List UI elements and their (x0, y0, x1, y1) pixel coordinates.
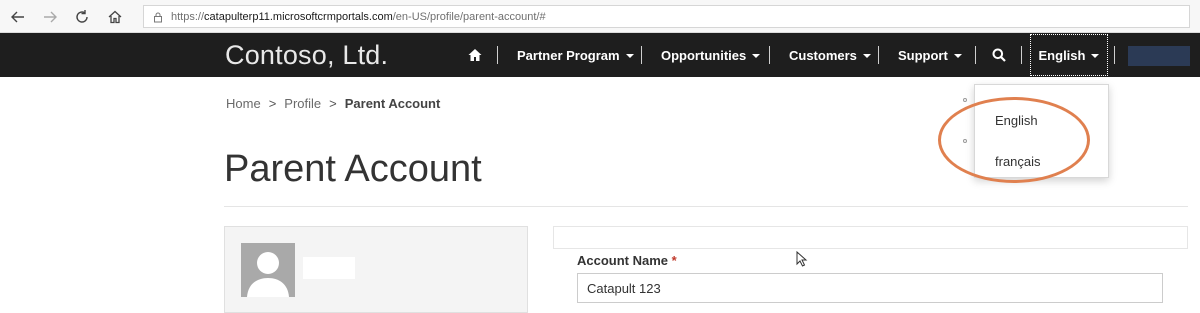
caret-down-icon (1091, 54, 1100, 58)
mouse-cursor-icon (796, 251, 808, 267)
profile-card (224, 226, 528, 313)
nav-home-icon[interactable] (468, 33, 482, 77)
breadcrumb-home[interactable]: Home (226, 96, 261, 111)
breadcrumb-separator: > (268, 96, 277, 111)
nav-divider (1021, 46, 1022, 64)
caret-down-icon (953, 54, 962, 58)
nav-divider (1114, 46, 1115, 64)
profile-name (303, 257, 355, 279)
account-name-label-text: Account Name (577, 253, 669, 268)
title-divider (224, 206, 1188, 207)
user-menu[interactable] (1128, 46, 1190, 66)
account-name-input[interactable] (577, 273, 1163, 303)
nav-support-label: Support (898, 47, 948, 63)
nav-customers-label: Customers (789, 47, 857, 63)
nav-support[interactable]: Support (898, 33, 962, 77)
person-icon (241, 243, 295, 297)
avatar (241, 243, 295, 297)
page-title: Parent Account (224, 148, 482, 190)
browser-toolbar: https://catapulterp11.microsoftcrmportal… (0, 0, 1200, 33)
form-header-strip (553, 226, 1188, 249)
nav-partner-program-label: Partner Program (517, 47, 620, 63)
breadcrumb: Home > Profile > Parent Account (226, 96, 440, 111)
nav-customers[interactable]: Customers (789, 33, 871, 77)
address-bar[interactable]: https://catapulterp11.microsoftcrmportal… (143, 5, 1190, 28)
lock-icon (154, 12, 162, 22)
caret-down-icon (625, 54, 634, 58)
language-selector-button[interactable]: English (1030, 34, 1108, 76)
url-host: catapulterp11.microsoftcrmportals.com (204, 10, 393, 23)
refresh-icon[interactable] (72, 7, 92, 27)
bullet-icon (963, 98, 967, 102)
nav-divider (769, 46, 770, 64)
forward-arrow-icon[interactable] (40, 7, 60, 27)
breadcrumb-separator: > (329, 96, 337, 111)
search-icon[interactable] (992, 33, 1006, 77)
nav-divider (641, 46, 642, 64)
back-arrow-icon[interactable] (8, 7, 28, 27)
caret-down-icon (752, 54, 761, 58)
nav-divider (497, 46, 498, 64)
required-marker: * (671, 253, 677, 268)
nav-divider (975, 46, 976, 64)
brand-logo[interactable]: Contoso, Ltd. (225, 40, 388, 71)
home-icon[interactable] (105, 7, 125, 27)
breadcrumb-profile[interactable]: Profile (284, 96, 321, 111)
highlight-annotation (938, 97, 1090, 183)
url-path: /en-US/profile/parent-account/# (392, 10, 546, 23)
nav-opportunities[interactable]: Opportunities (661, 33, 761, 77)
nav-partner-program[interactable]: Partner Program (517, 33, 634, 77)
nav-divider (878, 46, 879, 64)
caret-down-icon (862, 54, 871, 58)
url-prefix: https:// (171, 10, 205, 23)
breadcrumb-current: Parent Account (344, 96, 441, 111)
nav-opportunities-label: Opportunities (661, 47, 747, 63)
account-name-label: Account Name * (577, 253, 677, 268)
language-selector-label: English (1038, 47, 1086, 63)
site-navbar: Contoso, Ltd. Partner Program Opportunit… (0, 33, 1200, 77)
